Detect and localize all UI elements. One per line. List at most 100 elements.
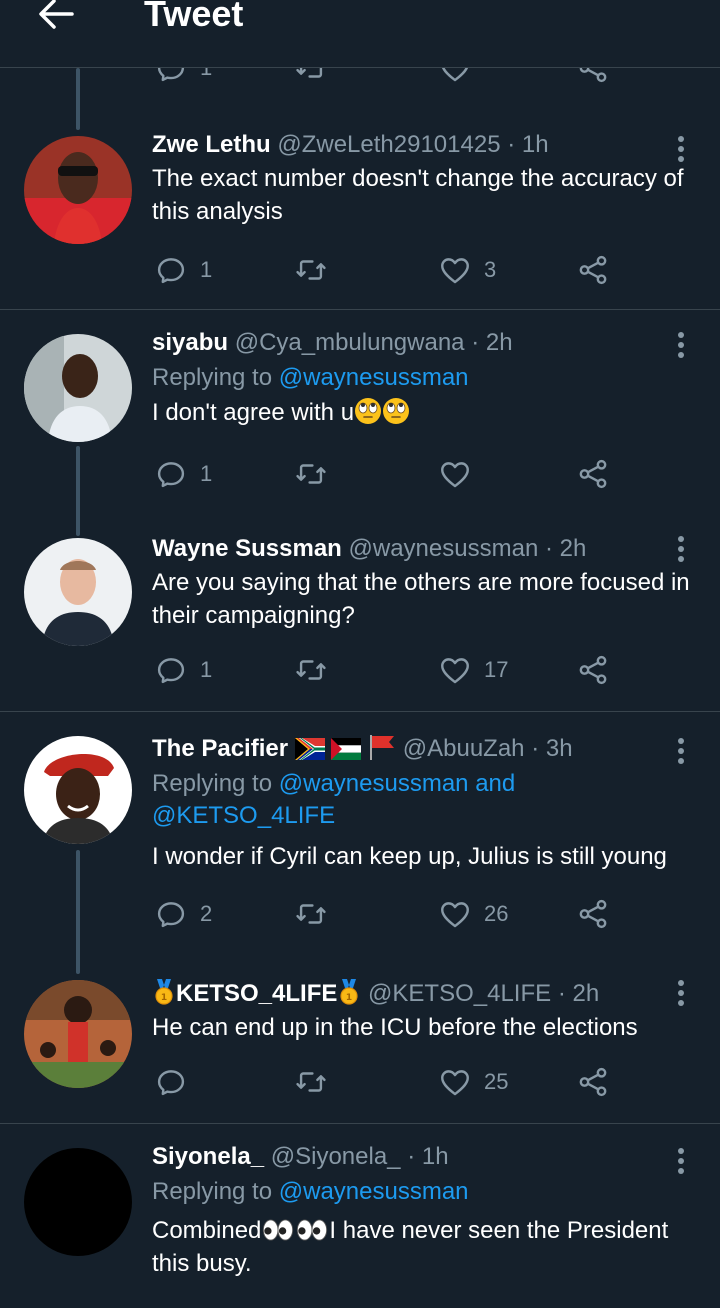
reply-icon bbox=[154, 253, 188, 287]
author-handle: @waynesussman bbox=[348, 535, 539, 562]
retweet-button[interactable] bbox=[294, 650, 328, 690]
retweet-icon bbox=[294, 897, 328, 931]
flag-emoji bbox=[294, 738, 325, 760]
retweet-icon bbox=[294, 68, 328, 85]
reply-icon bbox=[154, 457, 188, 491]
author-handle: @AbuuZah bbox=[402, 735, 525, 762]
share-button[interactable] bbox=[576, 68, 610, 88]
like-count: 17 bbox=[484, 657, 509, 682]
author-handle: @KETSO_4LIFE bbox=[368, 980, 552, 1007]
retweet-button[interactable] bbox=[294, 894, 328, 934]
flag-emoji bbox=[331, 738, 362, 760]
author-name[interactable]: Zwe Lethu bbox=[152, 131, 271, 158]
timestamp: · 2h bbox=[471, 329, 513, 356]
retweet-button[interactable] bbox=[294, 68, 328, 88]
top-app-bar: Tweet bbox=[0, 0, 720, 68]
avatar[interactable] bbox=[24, 1148, 132, 1256]
heart-icon bbox=[438, 653, 472, 687]
share-icon bbox=[576, 653, 610, 687]
medal-emoji bbox=[152, 978, 176, 1006]
mention-link[interactable]: @waynesussman bbox=[279, 1178, 469, 1205]
share-button[interactable] bbox=[576, 650, 610, 690]
back-arrow-icon[interactable] bbox=[36, 0, 76, 34]
reply-button[interactable] bbox=[154, 1062, 188, 1102]
tweet[interactable]: Wayne Sussman @waynesussman · 2h Are you… bbox=[0, 510, 720, 712]
avatar[interactable] bbox=[24, 136, 132, 244]
heart-icon bbox=[438, 253, 472, 287]
replying-to: Replying to @waynesussman and @KETSO_4LI… bbox=[152, 770, 516, 829]
eyes-emoji bbox=[261, 1219, 295, 1241]
like-button[interactable]: 3 bbox=[438, 250, 496, 290]
reply-icon bbox=[154, 68, 188, 85]
tweet-text: He can end up in the ICU before the elec… bbox=[152, 1014, 638, 1041]
retweet-button[interactable] bbox=[294, 250, 328, 290]
author-name[interactable]: Siyonela_ bbox=[152, 1143, 264, 1170]
heart-icon bbox=[438, 1065, 472, 1099]
author-handle: @Siyonela_ bbox=[270, 1143, 401, 1170]
like-button[interactable] bbox=[438, 454, 472, 494]
retweet-icon bbox=[294, 253, 328, 287]
retweet-button[interactable] bbox=[294, 454, 328, 494]
avatar[interactable] bbox=[24, 736, 132, 844]
reply-count: 2 bbox=[200, 901, 213, 926]
share-icon bbox=[576, 68, 610, 85]
reply-button[interactable]: 1 bbox=[154, 250, 212, 290]
flag-emoji bbox=[370, 735, 395, 760]
tweet[interactable]: siyabu @Cya_mbulungwana · 2h Replying to… bbox=[0, 310, 720, 510]
heart-icon bbox=[438, 897, 472, 931]
author-name[interactable]: siyabu bbox=[152, 329, 228, 356]
previous-tweet-actions: 1 bbox=[0, 68, 720, 92]
retweet-icon bbox=[294, 653, 328, 687]
retweet-button[interactable] bbox=[294, 1062, 328, 1102]
reply-button[interactable]: 2 bbox=[154, 894, 212, 934]
tweet[interactable]: The Pacifier @AbuuZah · 3h Replying to @… bbox=[0, 712, 720, 960]
share-icon bbox=[576, 897, 610, 931]
reply-count: 1 bbox=[200, 257, 213, 282]
tweet-text: I wonder if Cyril can keep up, Julius is… bbox=[152, 843, 667, 870]
like-button[interactable]: 26 bbox=[438, 894, 508, 934]
mention-link[interactable]: @waynesussman bbox=[279, 364, 469, 391]
avatar[interactable] bbox=[24, 334, 132, 442]
page-title: Tweet bbox=[144, 0, 244, 34]
timestamp: · 1h bbox=[407, 1143, 449, 1170]
share-button[interactable] bbox=[576, 1062, 610, 1102]
tweet-text: The exact number doesn't change the accu… bbox=[152, 165, 684, 225]
reply-button[interactable]: 1 bbox=[154, 68, 212, 88]
tweet[interactable]: Siyonela_ @Siyonela_ · 1h Replying to @w… bbox=[0, 1124, 720, 1308]
timestamp: · 1h bbox=[507, 131, 549, 158]
reply-icon bbox=[154, 1065, 188, 1099]
like-button[interactable] bbox=[438, 68, 472, 88]
like-count: 25 bbox=[484, 1069, 509, 1094]
share-button[interactable] bbox=[576, 894, 610, 934]
like-button[interactable]: 25 bbox=[438, 1062, 508, 1102]
retweet-icon bbox=[294, 457, 328, 491]
replying-to: Replying to @waynesussman bbox=[152, 364, 469, 391]
replying-to: Replying to @waynesussman bbox=[152, 1178, 469, 1205]
reply-icon bbox=[154, 653, 188, 687]
author-name[interactable]: Wayne Sussman bbox=[152, 535, 342, 562]
tweet[interactable]: Zwe Lethu @ZweLeth29101425 · 1h The exac… bbox=[0, 92, 720, 310]
tweet-text: I don't agree with u bbox=[152, 396, 692, 429]
like-button[interactable]: 17 bbox=[438, 650, 508, 690]
reply-count: 1 bbox=[200, 657, 213, 682]
reply-button[interactable]: 1 bbox=[154, 650, 212, 690]
timestamp: · 2h bbox=[557, 980, 600, 1007]
avatar[interactable] bbox=[24, 538, 132, 646]
medal-emoji bbox=[337, 978, 361, 1006]
heart-icon bbox=[438, 68, 472, 85]
tweet-text: Are you saying that the others are more … bbox=[152, 569, 690, 629]
author-name[interactable]: KETSO_4LIFE bbox=[176, 980, 337, 1007]
author-handle: @Cya_mbulungwana bbox=[234, 329, 465, 356]
share-button[interactable] bbox=[576, 454, 610, 494]
reply-count: 1 bbox=[200, 461, 213, 486]
rolling-eyes-emoji bbox=[354, 397, 382, 425]
avatar[interactable] bbox=[24, 980, 132, 1088]
reply-button[interactable]: 1 bbox=[154, 454, 212, 494]
share-button[interactable] bbox=[576, 250, 610, 290]
share-icon bbox=[576, 457, 610, 491]
timestamp: · 3h bbox=[531, 735, 573, 762]
tweet[interactable]: KETSO_4LIFE @KETSO_4LIFE · 2h He can end… bbox=[0, 960, 720, 1124]
tweet-text: Combined I have never seen the President … bbox=[152, 1217, 669, 1277]
author-name[interactable]: The Pacifier bbox=[152, 735, 288, 762]
heart-icon bbox=[438, 457, 472, 491]
